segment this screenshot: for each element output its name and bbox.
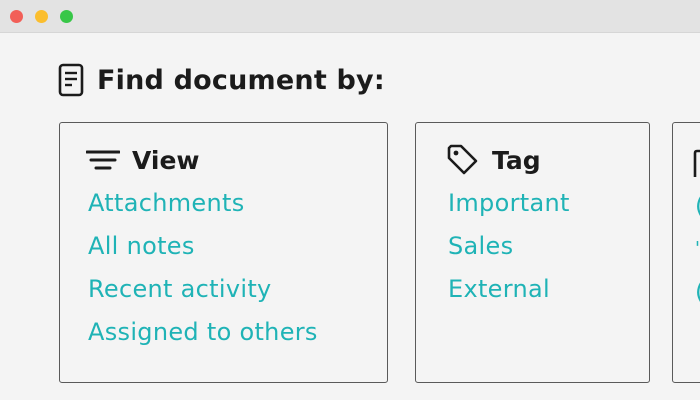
document-icon: [58, 63, 84, 97]
view-card-header: View: [86, 143, 200, 177]
partial-link-3[interactable]: (: [695, 280, 700, 304]
tag-link-external[interactable]: External: [448, 269, 570, 312]
partial-link-2[interactable]: ': [695, 238, 700, 260]
view-card-title: View: [132, 145, 200, 175]
maximize-window-button[interactable]: [60, 10, 73, 23]
partial-link-1[interactable]: (: [695, 194, 700, 218]
tag-link-important[interactable]: Important: [448, 183, 570, 226]
window-titlebar: [0, 0, 700, 33]
tag-icon: [447, 144, 478, 175]
view-link-assigned-to-others[interactable]: Assigned to others: [88, 312, 318, 355]
view-links-list: Attachments All notes Recent activity As…: [88, 183, 318, 355]
filter-lines-icon: [86, 150, 120, 170]
tag-card: Tag Important Sales External: [415, 122, 650, 383]
view-link-all-notes[interactable]: All notes: [88, 226, 318, 269]
page-title: Find document by:: [97, 64, 385, 96]
tag-card-title: Tag: [492, 145, 541, 175]
view-link-attachments[interactable]: Attachments: [88, 183, 318, 226]
partial-card: ( ' (: [672, 122, 700, 383]
tag-link-sales[interactable]: Sales: [448, 226, 570, 269]
view-link-recent-activity[interactable]: Recent activity: [88, 269, 318, 312]
tag-links-list: Important Sales External: [448, 183, 570, 312]
minimize-window-button[interactable]: [35, 10, 48, 23]
page-heading: Find document by:: [58, 62, 385, 98]
tag-card-header: Tag: [446, 143, 541, 177]
partial-card-icon: [693, 149, 700, 177]
view-card: View Attachments All notes Recent activi…: [59, 122, 388, 383]
close-window-button[interactable]: [10, 10, 23, 23]
